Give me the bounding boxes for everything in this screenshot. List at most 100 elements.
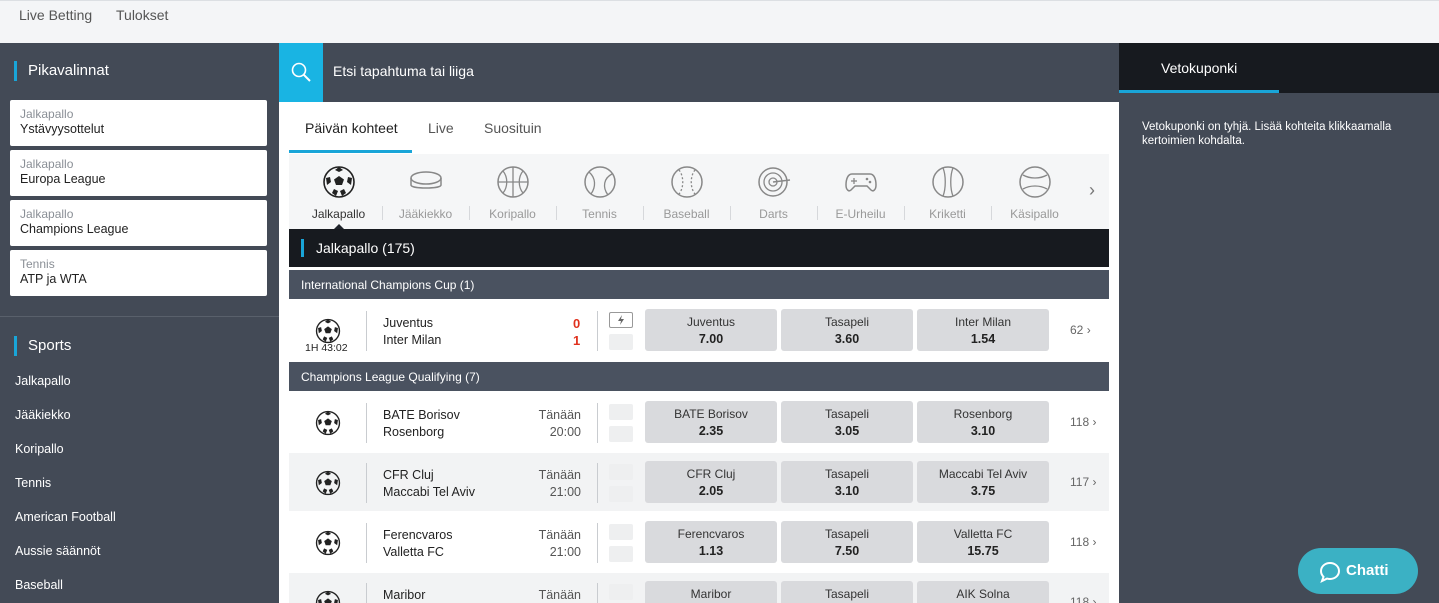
league-header[interactable]: International Champions Cup (1) <box>289 270 1109 299</box>
quick-pick-item[interactable]: Jalkapallo Champions League <box>10 200 267 246</box>
betslip-tab[interactable]: Vetokuponki <box>1119 43 1279 93</box>
betslip-header: Vetokuponki <box>1119 43 1439 93</box>
odds-draw-button[interactable]: Tasapeli 3.60 <box>781 309 913 351</box>
more-markets-link[interactable]: 118 › <box>1070 595 1096 603</box>
sport-label: Tennis <box>582 207 617 221</box>
quick-pick-item[interactable]: Tennis ATP ja WTA <box>10 250 267 296</box>
match-row: BATE Borisov Rosenborg Tänään 20:00 BATE… <box>289 393 1109 451</box>
odds-home-button[interactable]: Maribor <box>645 581 777 603</box>
odds-home-button[interactable]: Ferencvaros 1.13 <box>645 521 777 563</box>
nav-results[interactable]: Tulokset <box>116 7 168 23</box>
home-score: 0 <box>573 316 581 331</box>
more-markets-link[interactable]: 62 › <box>1070 323 1091 337</box>
nav-live-betting[interactable]: Live Betting <box>19 7 92 23</box>
chat-button[interactable]: Chatti <box>1298 548 1418 594</box>
search-bar <box>279 43 1119 102</box>
sidebar-sport-american-football[interactable]: American Football <box>15 510 116 524</box>
league-header[interactable]: Champions League Qualifying (7) <box>289 362 1109 391</box>
sport-baseball[interactable]: Baseball <box>643 154 730 229</box>
sport-label: Kriketti <box>929 207 966 221</box>
gamepad-icon <box>845 173 877 192</box>
odds-draw-button[interactable]: Tasapeli <box>781 581 913 603</box>
away-team: Rosenborg <box>383 425 445 439</box>
sidebar: Pikavalinnat Jalkapallo Ystävyysottelut … <box>0 43 279 603</box>
quick-pick-category: Jalkapallo <box>20 157 74 171</box>
football-icon <box>315 470 341 496</box>
home-team: BATE Borisov <box>383 408 460 422</box>
quick-pick-category: Jalkapallo <box>20 207 74 221</box>
betslip-title: Vetokuponki <box>1161 60 1238 76</box>
sidebar-sport-basketball[interactable]: Koripallo <box>15 442 64 456</box>
odds-away-button[interactable]: Rosenborg 3.10 <box>917 401 1049 443</box>
home-team: Juventus <box>383 316 434 330</box>
search-button[interactable] <box>279 43 323 102</box>
away-team: Maccabi Tel Aviv <box>383 485 475 499</box>
tab-active-indicator <box>289 150 412 153</box>
odds-draw-button[interactable]: Tasapeli 7.50 <box>781 521 913 563</box>
odds-away-button[interactable]: AIK Solna <box>917 581 1049 603</box>
odds-home-button[interactable]: BATE Borisov 2.35 <box>645 401 777 443</box>
sport-scroll-right[interactable]: › <box>1079 154 1109 229</box>
search-input[interactable] <box>333 63 833 79</box>
match-time: 21:00 <box>549 485 581 499</box>
sport-handball[interactable]: Käsipallo <box>991 154 1078 229</box>
quick-pick-item[interactable]: Jalkapallo Europa League <box>10 150 267 196</box>
chat-bubble-icon <box>1319 561 1341 583</box>
match-day: Tänään <box>538 588 581 602</box>
handball-icon <box>1019 166 1051 198</box>
sport-esports[interactable]: E-Urheilu <box>817 154 904 229</box>
match-day: Tänään <box>538 468 581 482</box>
tab-popular[interactable]: Suosituin <box>484 120 542 136</box>
odds-home-button[interactable]: Juventus 7.00 <box>645 309 777 351</box>
football-icon <box>315 530 341 556</box>
more-markets-link[interactable]: 118 › <box>1070 535 1096 549</box>
hockey-puck-icon <box>410 171 442 189</box>
quick-picks-title: Pikavalinnat <box>14 61 109 81</box>
sports-title: Sports <box>14 336 71 356</box>
tab-todays-events[interactable]: Päivän kohteet <box>305 120 398 136</box>
darts-icon <box>758 167 791 197</box>
sidebar-sport-football[interactable]: Jalkapallo <box>15 374 71 388</box>
football-icon <box>315 318 341 344</box>
sport-football[interactable]: Jalkapallo <box>295 154 382 229</box>
quick-pick-league: Champions League <box>20 222 129 236</box>
match-row: 1H 43:02 Juventus Inter Milan 0 1 Juvent… <box>289 301 1109 359</box>
odds-draw-button[interactable]: Tasapeli 3.05 <box>781 401 913 443</box>
more-markets-link[interactable]: 117 › <box>1070 475 1096 489</box>
sport-label: Koripallo <box>489 207 536 221</box>
match-time: 21:00 <box>549 545 581 559</box>
sport-label: Käsipallo <box>1010 207 1059 221</box>
sport-basketball[interactable]: Koripallo <box>469 154 556 229</box>
odds-away-button[interactable]: Inter Milan 1.54 <box>917 309 1049 351</box>
betslip-panel: Vetokuponki Vetokuponki on tyhjä. Lisää … <box>1119 43 1439 603</box>
odds-home-button[interactable]: CFR Cluj 2.05 <box>645 461 777 503</box>
sidebar-sport-baseball[interactable]: Baseball <box>15 578 63 592</box>
sidebar-sport-ice-hockey[interactable]: Jääkiekko <box>15 408 71 422</box>
section-header: Jalkapallo (175) <box>289 229 1109 267</box>
sport-label: E-Urheilu <box>835 207 886 221</box>
quick-pick-league: Ystävyysottelut <box>20 122 105 136</box>
odds-away-button[interactable]: Valletta FC 15.75 <box>917 521 1049 563</box>
odds-away-button[interactable]: Maccabi Tel Aviv 3.75 <box>917 461 1049 503</box>
away-score: 1 <box>573 333 581 348</box>
league-title: Champions League Qualifying (7) <box>301 370 480 384</box>
more-markets-link[interactable]: 118 › <box>1070 415 1096 429</box>
sidebar-sport-tennis[interactable]: Tennis <box>15 476 51 490</box>
live-stream-icon[interactable] <box>609 312 633 328</box>
sport-cricket[interactable]: Kriketti <box>904 154 991 229</box>
home-team: Ferencvaros <box>383 528 453 542</box>
home-team: Maribor <box>383 588 426 602</box>
sidebar-sport-aussie-rules[interactable]: Aussie säännöt <box>15 544 100 558</box>
match-row: Maribor Tänään Maribor Tasapeli AIK Soln… <box>289 573 1109 603</box>
sport-label: Baseball <box>663 207 710 221</box>
odds-draw-button[interactable]: Tasapeli 3.10 <box>781 461 913 503</box>
quick-pick-item[interactable]: Jalkapallo Ystävyysottelut <box>10 100 267 146</box>
match-day: Tänään <box>538 528 581 542</box>
sport-ice-hockey[interactable]: Jääkiekko <box>382 154 469 229</box>
section-title: Jalkapallo (175) <box>316 240 415 256</box>
sport-darts[interactable]: Darts <box>730 154 817 229</box>
match-row: CFR Cluj Maccabi Tel Aviv Tänään 21:00 C… <box>289 453 1109 511</box>
tab-live[interactable]: Live <box>428 120 454 136</box>
quick-pick-league: ATP ja WTA <box>20 272 87 286</box>
sport-tennis[interactable]: Tennis <box>556 154 643 229</box>
